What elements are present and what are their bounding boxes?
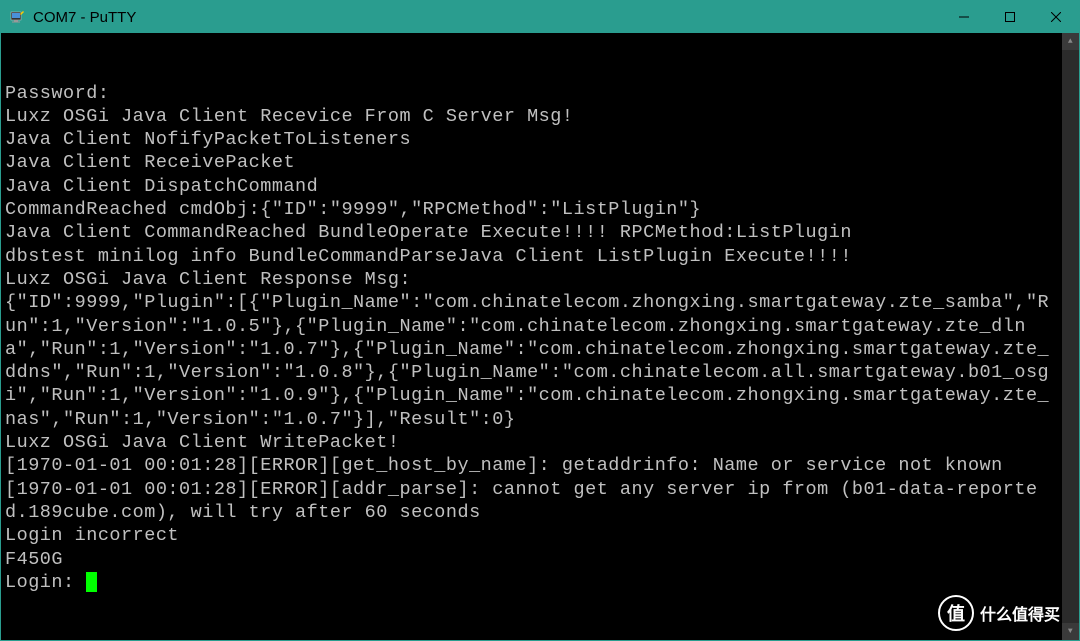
window-title: COM7 - PuTTY <box>33 9 941 26</box>
login-prompt: Login: <box>5 572 86 593</box>
titlebar[interactable]: COM7 - PuTTY <box>1 1 1079 33</box>
terminal-output: Password: Luxz OSGi Java Client Recevice… <box>5 82 1057 595</box>
minimize-button[interactable] <box>941 1 987 33</box>
terminal[interactable]: Password: Luxz OSGi Java Client Recevice… <box>1 33 1079 640</box>
watermark-text: 什么值得买 <box>980 601 1060 625</box>
putty-window: COM7 - PuTTY Password: Luxz OSGi Java Cl… <box>0 0 1080 641</box>
putty-icon <box>9 9 25 25</box>
scroll-up-arrow[interactable]: ▲ <box>1062 33 1079 50</box>
watermark-badge-icon: 值 <box>938 595 974 631</box>
window-controls <box>941 1 1079 33</box>
cursor <box>86 572 97 592</box>
maximize-button[interactable] <box>987 1 1033 33</box>
watermark: 值 什么值得买 <box>938 595 1060 631</box>
scrollbar[interactable]: ▲ ▼ <box>1062 33 1079 640</box>
close-button[interactable] <box>1033 1 1079 33</box>
scroll-down-arrow[interactable]: ▼ <box>1062 623 1079 640</box>
